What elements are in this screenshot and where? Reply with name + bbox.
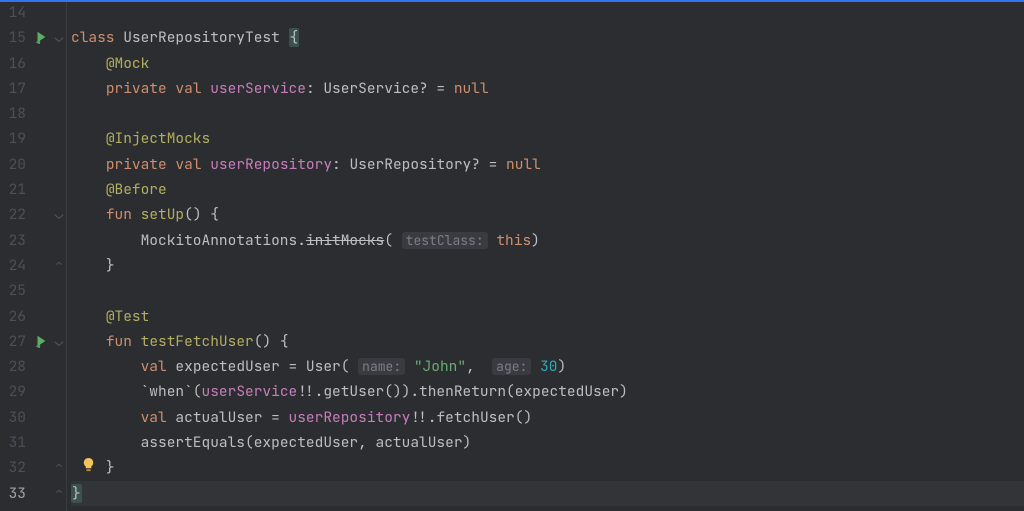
parameter-hint: name:	[358, 358, 405, 375]
line-number[interactable]: 33	[9, 484, 26, 503]
code-line[interactable]: @Mock	[71, 51, 1024, 76]
code-line[interactable]: @Before	[71, 177, 1024, 202]
line-number[interactable]: 19	[9, 129, 26, 148]
line-number[interactable]: 32	[9, 458, 26, 477]
line-number[interactable]: 27	[9, 332, 26, 351]
parameter-hint: age:	[492, 358, 531, 375]
code-line[interactable]: assertEquals(expectedUser, actualUser)	[71, 430, 1024, 455]
intention-bulb-icon[interactable]	[81, 455, 96, 474]
line-number[interactable]: 31	[9, 433, 26, 452]
line-number[interactable]: 30	[9, 408, 26, 427]
code-line[interactable]: `when`(userService!!.getUser()).thenRetu…	[71, 379, 1024, 404]
run-test-icon[interactable]	[30, 329, 52, 354]
line-number[interactable]: 15	[9, 28, 26, 47]
code-line[interactable]	[71, 0, 1024, 25]
code-line[interactable]: MockitoAnnotations.initMocks( testClass:…	[71, 228, 1024, 253]
code-line[interactable]: }	[71, 455, 1024, 480]
code-line[interactable]: }	[71, 481, 1024, 506]
code-line[interactable]: private val userRepository: UserReposito…	[71, 152, 1024, 177]
fold-end-icon[interactable]: ⌃	[52, 481, 66, 506]
code-line[interactable]: class UserRepositoryTest {	[71, 25, 1024, 50]
code-line[interactable]: private val userService: UserService? = …	[71, 76, 1024, 101]
code-line[interactable]: }	[71, 253, 1024, 278]
line-number[interactable]: 26	[9, 307, 26, 326]
line-number[interactable]: 23	[9, 231, 26, 250]
fold-column: ⌄ ⌄ ⌃ ⌄ ⌃ ⌃	[52, 0, 66, 511]
code-line[interactable]	[71, 278, 1024, 303]
code-line[interactable]: @Test	[71, 304, 1024, 329]
run-test-icon[interactable]	[30, 25, 52, 50]
code-line[interactable]: fun setUp() {	[71, 202, 1024, 227]
line-number[interactable]: 28	[9, 357, 26, 376]
line-number[interactable]: 24	[9, 256, 26, 275]
code-line[interactable]: val expectedUser = User( name: "John", a…	[71, 354, 1024, 379]
fold-end-icon[interactable]: ⌃	[52, 455, 66, 480]
line-number[interactable]: 25	[9, 281, 26, 300]
line-number-column: 14 15 16 17 18 19 20 21 22 23 24 25 26 2…	[0, 0, 30, 511]
line-number[interactable]: 18	[9, 104, 26, 123]
code-line[interactable]: fun testFetchUser() {	[71, 329, 1024, 354]
fold-toggle-icon[interactable]: ⌄	[52, 25, 66, 50]
fold-toggle-icon[interactable]: ⌄	[52, 202, 66, 227]
gutter-icon-column	[30, 0, 52, 511]
matched-brace: }	[71, 484, 82, 503]
fold-end-icon[interactable]: ⌃	[52, 253, 66, 278]
line-number[interactable]: 17	[9, 79, 26, 98]
code-editor[interactable]: 14 15 16 17 18 19 20 21 22 23 24 25 26 2…	[0, 0, 1024, 511]
line-number[interactable]: 20	[9, 155, 26, 174]
code-line[interactable]	[71, 101, 1024, 126]
line-number[interactable]: 22	[9, 205, 26, 224]
code-line[interactable]: @InjectMocks	[71, 126, 1024, 151]
line-number[interactable]: 14	[9, 3, 26, 22]
fold-toggle-icon[interactable]: ⌄	[52, 329, 66, 354]
code-area[interactable]: class UserRepositoryTest { @Mock private…	[67, 0, 1024, 511]
parameter-hint: testClass:	[402, 232, 488, 249]
gutter: 14 15 16 17 18 19 20 21 22 23 24 25 26 2…	[0, 0, 67, 511]
editor-top-border	[0, 0, 1024, 2]
matched-brace: {	[289, 28, 300, 47]
line-number[interactable]: 29	[9, 382, 26, 401]
deprecated-method: initMocks	[306, 231, 384, 250]
line-number[interactable]: 21	[9, 180, 26, 199]
line-number[interactable]: 16	[9, 54, 26, 73]
code-line[interactable]: val actualUser = userRepository!!.fetchU…	[71, 405, 1024, 430]
